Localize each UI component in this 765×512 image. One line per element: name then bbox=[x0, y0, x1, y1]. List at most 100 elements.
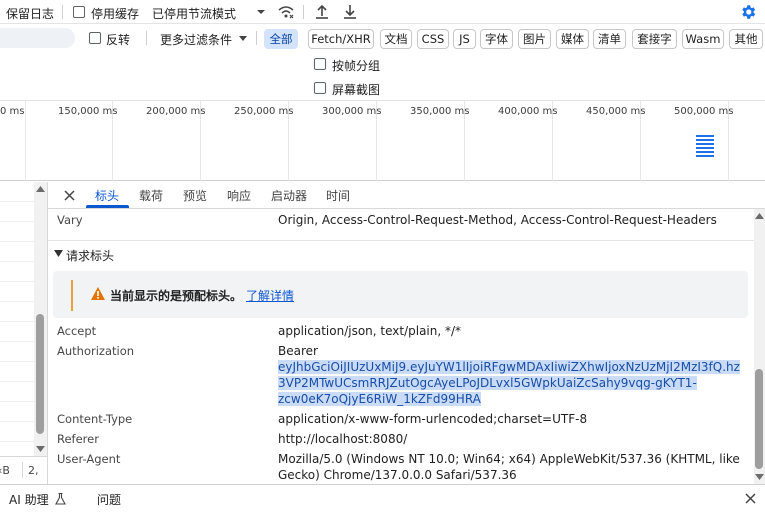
list-item[interactable] bbox=[0, 282, 34, 302]
provisional-headers-warning: 当前显示的是预配标头。 了解详情 bbox=[53, 271, 748, 318]
header-name: Referer bbox=[57, 432, 99, 446]
tab-ai-assistant[interactable]: AI 助理 bbox=[9, 491, 49, 508]
list-item[interactable] bbox=[0, 182, 34, 202]
footer-transferred: ‹B bbox=[0, 464, 10, 477]
timeline-tick-label: 150,000 ms bbox=[58, 106, 118, 117]
group-by-frame-label: 按帧分组 bbox=[332, 59, 381, 73]
invert-checkbox[interactable] bbox=[89, 32, 101, 44]
drawer-tabbar: AI 助理 问题 bbox=[0, 484, 765, 512]
header-name: User-Agent bbox=[57, 452, 121, 466]
tab-preview[interactable]: 预览 bbox=[183, 187, 207, 204]
close-icon[interactable] bbox=[64, 190, 75, 201]
scroll-down-icon[interactable] bbox=[36, 446, 45, 452]
filter-type-doc[interactable]: 文档 bbox=[380, 29, 412, 49]
list-item[interactable] bbox=[0, 242, 34, 262]
filter-type-fetch-xhr[interactable]: Fetch/XHR bbox=[308, 29, 374, 49]
more-filters-button[interactable]: 更多过滤条件 bbox=[160, 31, 232, 48]
filter-type-other[interactable]: 其他 bbox=[729, 29, 763, 49]
flask-icon bbox=[55, 493, 66, 505]
authorization-value[interactable]: Bearer eyJhbGciOiJIUzUxMiJ9.eyJuYW1lIjoi… bbox=[278, 343, 748, 407]
scrollbar-thumb[interactable] bbox=[755, 369, 763, 469]
screenshots-checkbox[interactable] bbox=[314, 82, 326, 94]
filter-bar: 反转 更多过滤条件 全部 Fetch/XHR 文档 CSS JS 字体 图片 媒… bbox=[0, 25, 765, 51]
toolbar-divider bbox=[303, 5, 304, 19]
tab-response[interactable]: 响应 bbox=[227, 187, 251, 204]
section-title-request-headers[interactable]: 请求标头 bbox=[66, 247, 114, 264]
filter-type-img[interactable]: 图片 bbox=[518, 29, 551, 49]
tab-issues[interactable]: 问题 bbox=[97, 491, 121, 508]
export-har-icon[interactable] bbox=[342, 3, 358, 20]
gear-icon[interactable] bbox=[739, 3, 757, 21]
import-har-icon[interactable] bbox=[314, 3, 330, 20]
tab-headers[interactable]: 标头 bbox=[95, 187, 119, 204]
request-bars-icon bbox=[696, 135, 714, 157]
header-value[interactable]: application/x-www-form-urlencoded;charse… bbox=[278, 411, 587, 427]
header-value[interactable]: http://localhost:8080/ bbox=[278, 431, 407, 447]
tab-initiator[interactable]: 启动器 bbox=[271, 187, 307, 204]
list-item[interactable] bbox=[0, 222, 34, 242]
preserve-log-label[interactable]: 保留日志 bbox=[6, 5, 54, 22]
detail-tabbar: 标头 载荷 预览 响应 启动器 时间 bbox=[48, 182, 765, 209]
filter-type-js[interactable]: JS bbox=[453, 29, 476, 49]
header-name: Accept bbox=[57, 324, 97, 338]
disable-cache-label: 停用缓存 bbox=[91, 7, 140, 21]
chevron-down-icon[interactable] bbox=[256, 8, 266, 16]
scroll-up-icon[interactable] bbox=[755, 213, 764, 219]
filter-input[interactable] bbox=[0, 28, 75, 48]
list-item[interactable] bbox=[0, 402, 34, 422]
user-agent-value[interactable]: Mozilla/5.0 (Windows NT 10.0; Win64; x64… bbox=[278, 451, 748, 483]
tab-payload[interactable]: 载荷 bbox=[139, 187, 163, 204]
toolbar-divider bbox=[146, 31, 147, 45]
list-item[interactable] bbox=[0, 322, 34, 342]
timeline-tick-label: 500,000 ms bbox=[674, 106, 734, 117]
filter-type-css[interactable]: CSS bbox=[417, 29, 449, 49]
list-item[interactable] bbox=[0, 342, 34, 362]
request-list[interactable]: ‹B 2, bbox=[0, 182, 48, 484]
footer-divider bbox=[22, 462, 23, 478]
warning-icon bbox=[91, 287, 105, 300]
filter-type-all[interactable]: 全部 bbox=[264, 29, 298, 49]
scrollbar-thumb[interactable] bbox=[36, 314, 44, 434]
timeline-tick-label: 400,000 ms bbox=[498, 106, 558, 117]
timeline-tick-label: 200,000 ms bbox=[146, 106, 206, 117]
active-tab-indicator bbox=[86, 205, 129, 208]
close-icon[interactable] bbox=[745, 493, 756, 504]
token-line: eyJhbGciOiJIUzUxMiJ9.eyJuYW1lIjoiRFgwMDA… bbox=[278, 360, 740, 374]
filter-type-socket[interactable]: 套接字 bbox=[632, 29, 677, 49]
group-by-frame-checkbox[interactable] bbox=[314, 58, 326, 70]
authorization-scheme: Bearer bbox=[278, 344, 318, 358]
warning-accent-bar bbox=[71, 280, 73, 311]
filter-type-manifest[interactable]: 清单 bbox=[593, 29, 626, 49]
filter-type-wasm[interactable]: Wasm bbox=[682, 29, 724, 49]
timeline-overview[interactable]: 0 ms 150,000 ms 200,000 ms 250,000 ms 30… bbox=[0, 101, 765, 181]
list-item[interactable] bbox=[0, 262, 34, 282]
scroll-up-icon[interactable] bbox=[36, 186, 45, 192]
timeline-tick-label: 250,000 ms bbox=[234, 106, 294, 117]
header-value[interactable]: application/json, text/plain, */* bbox=[278, 323, 461, 339]
headers-scrollbar[interactable] bbox=[754, 209, 765, 484]
timeline-tick-label: 0 ms bbox=[0, 106, 25, 117]
learn-more-link[interactable]: 了解详情 bbox=[246, 287, 294, 304]
throttling-select[interactable]: 已停用节流模式 bbox=[152, 5, 236, 22]
scroll-down-icon[interactable] bbox=[755, 474, 764, 480]
list-item[interactable] bbox=[0, 422, 34, 442]
chevron-down-icon bbox=[239, 36, 247, 41]
request-list-scrollbar[interactable] bbox=[34, 182, 47, 456]
list-item[interactable] bbox=[0, 202, 34, 222]
network-conditions-icon[interactable] bbox=[277, 4, 295, 20]
list-item[interactable] bbox=[0, 362, 34, 382]
header-name: Content-Type bbox=[57, 412, 133, 426]
token-line: 3VP2MTwUCsmRRJZutOgcAyeLPoJDLvxl5GWpkUai… bbox=[278, 376, 697, 390]
timeline-tick-label: 350,000 ms bbox=[410, 106, 470, 117]
disable-cache-checkbox[interactable] bbox=[73, 6, 85, 18]
list-item[interactable] bbox=[0, 302, 34, 322]
header-value[interactable]: Origin, Access-Control-Request-Method, A… bbox=[278, 212, 717, 228]
filter-type-font[interactable]: 字体 bbox=[480, 29, 513, 49]
header-name: Authorization bbox=[57, 344, 135, 358]
warning-text: 当前显示的是预配标头。 bbox=[110, 289, 243, 303]
tab-timing[interactable]: 时间 bbox=[326, 187, 350, 204]
triangle-down-icon[interactable] bbox=[54, 250, 63, 258]
token-line: zcw0eK7oQjyE6RiW_1kZFd99HRA bbox=[278, 392, 481, 406]
list-item[interactable] bbox=[0, 382, 34, 402]
filter-type-media[interactable]: 媒体 bbox=[556, 29, 589, 49]
